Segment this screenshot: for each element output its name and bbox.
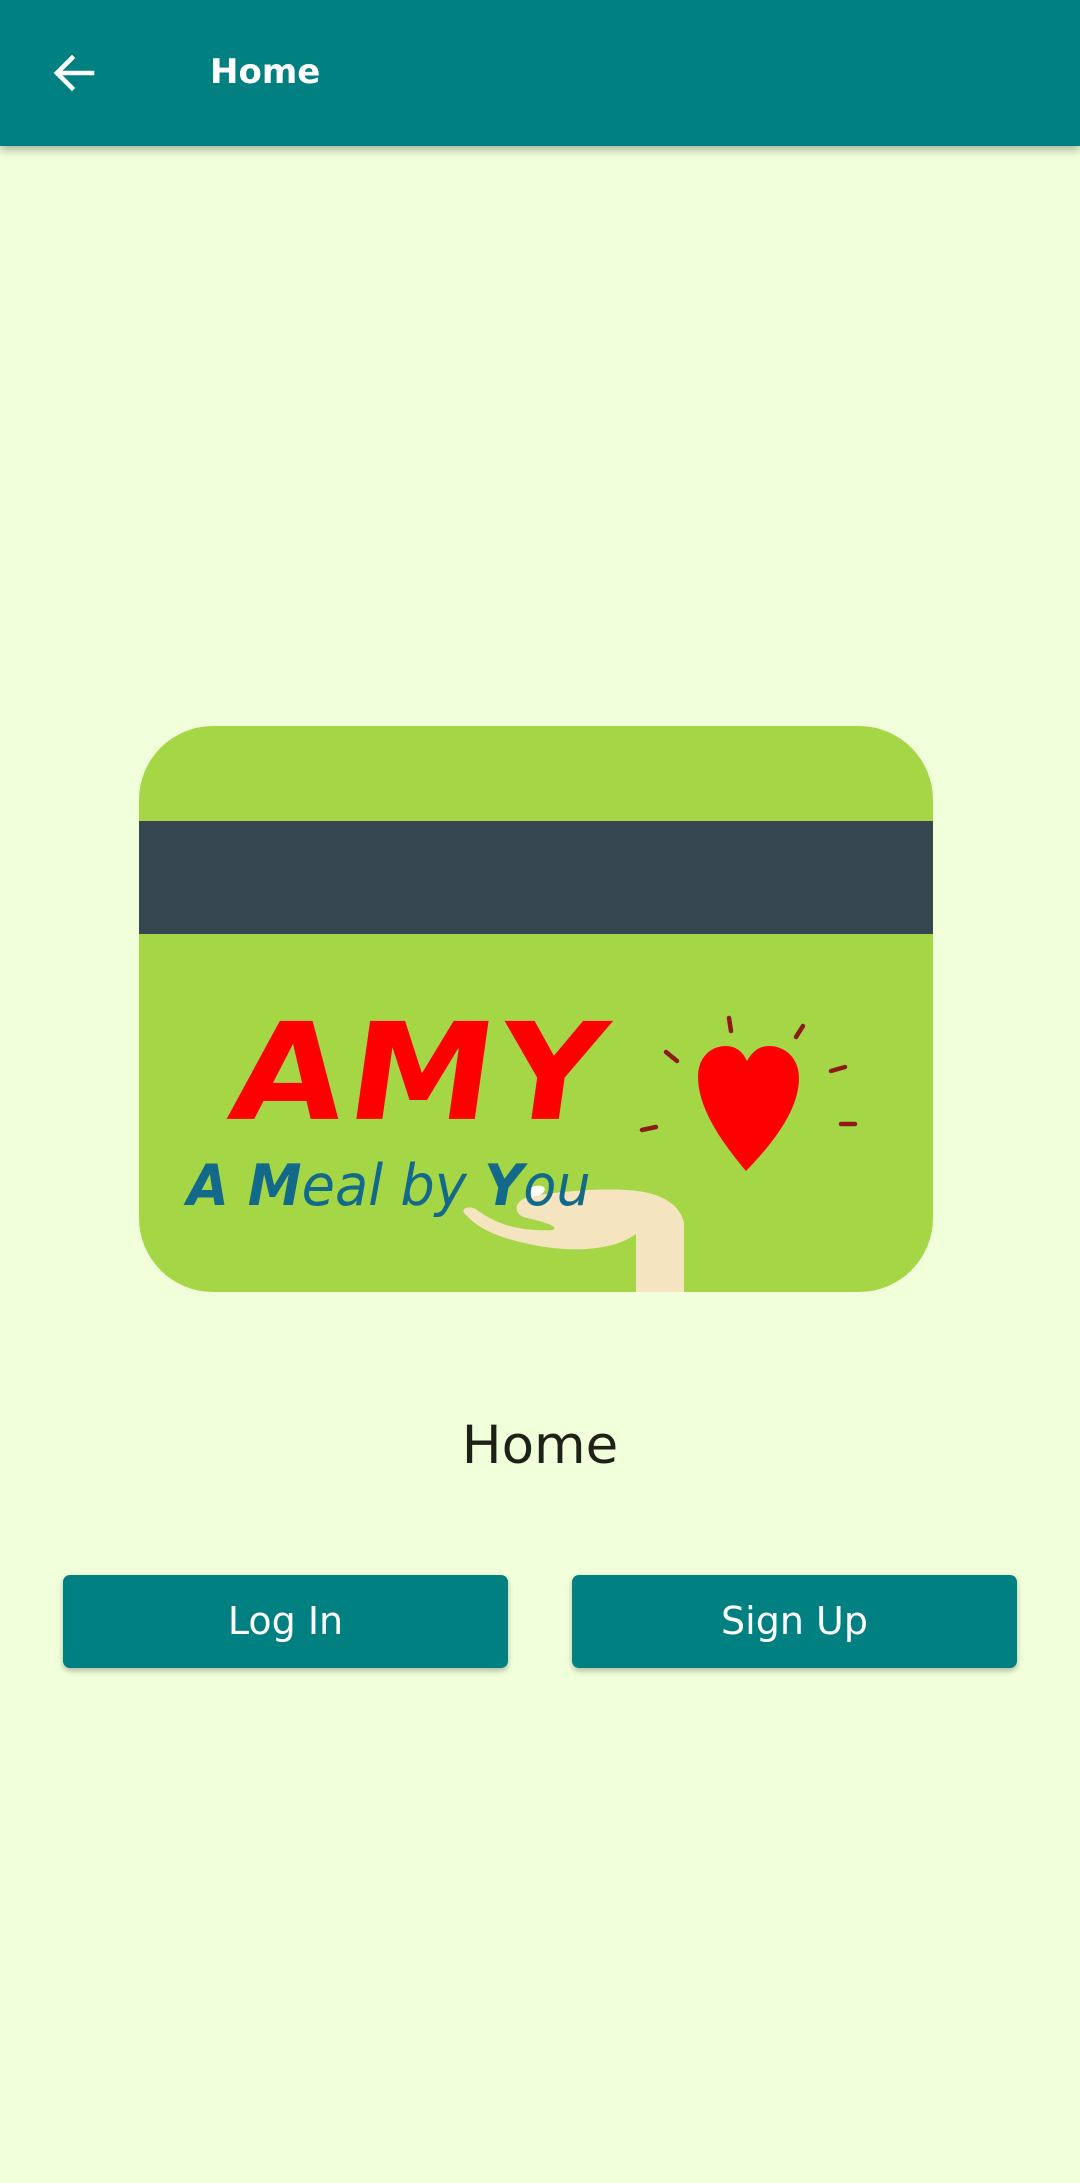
magnetic-stripe bbox=[139, 821, 933, 934]
login-button[interactable]: Log In bbox=[63, 1575, 508, 1668]
amy-logo: AMY A Meal by You bbox=[139, 726, 933, 1292]
arrow-left-icon bbox=[53, 54, 95, 92]
signup-button[interactable]: Sign Up bbox=[572, 1575, 1017, 1668]
back-button[interactable] bbox=[36, 33, 112, 113]
logo-wordmark: AMY bbox=[221, 994, 620, 1152]
app-bar: Home bbox=[0, 0, 1080, 146]
page-heading: Home bbox=[461, 1415, 619, 1476]
logo-tagline: A Meal by You bbox=[187, 1153, 591, 1219]
app-bar-title: Home bbox=[210, 52, 321, 92]
